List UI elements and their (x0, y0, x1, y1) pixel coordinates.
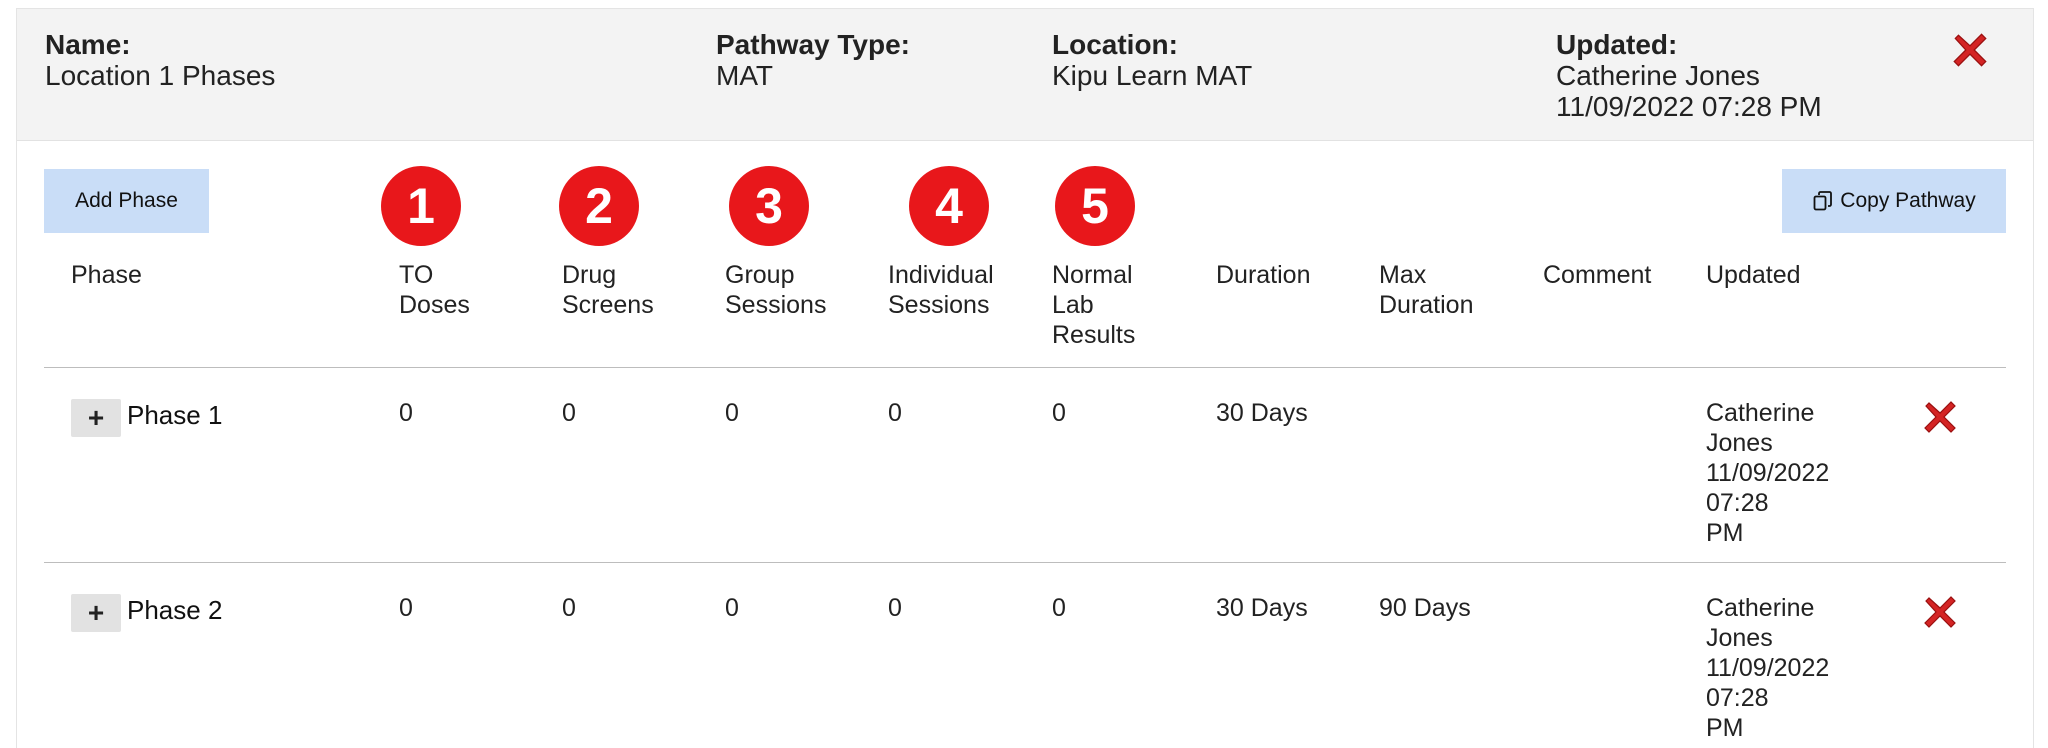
col-individual-sessions-line2: Sessions (888, 291, 990, 319)
col-individual-sessions-line1: Individual (888, 261, 994, 289)
phase-2-updated-ampm: PM (1706, 714, 1744, 742)
pathway-header: Name: Location 1 Phases Pathway Type: MA… (17, 9, 2033, 141)
pathway-type-value: MAT (716, 60, 774, 91)
col-updated: Updated (1706, 260, 1856, 290)
location-value: Kipu Learn MAT (1052, 60, 1253, 91)
col-max-duration-line2: Duration (1379, 291, 1474, 319)
phase-2-max-duration: 90 Days (1379, 594, 1471, 622)
badge-3: 3 (729, 166, 809, 246)
col-group-sessions: Group Sessions (725, 260, 875, 320)
delete-phase-2-icon[interactable] (1920, 592, 1960, 632)
expand-phase-2-button[interactable]: + (71, 594, 121, 632)
col-normal-lab-results-line3: Results (1052, 321, 1136, 349)
col-individual-sessions: Individual Sessions (888, 260, 1038, 320)
updated-field: Updated: Catherine Jones 11/09/2022 07:2… (1556, 29, 1822, 122)
delete-phase-1-icon[interactable] (1920, 397, 1960, 437)
phase-2-updated-time: 07:28 (1706, 684, 1769, 712)
phase-1-normal-lab-results: 0 (1052, 399, 1066, 427)
col-comment-label: Comment (1543, 261, 1652, 289)
copy-pathway-label: Copy Pathway (1840, 189, 1976, 212)
phase-2-to-doses: 0 (399, 594, 413, 622)
phase-2-duration: 30 Days (1216, 594, 1308, 622)
phase-2-normal-lab-results: 0 (1052, 594, 1066, 622)
phase-2-individual-sessions: 0 (888, 594, 902, 622)
col-duration-label: Duration (1216, 261, 1311, 289)
phase-1-individual-sessions: 0 (888, 399, 902, 427)
phase-1-updated-time: 07:28 (1706, 489, 1769, 517)
name-value: Location 1 Phases (45, 60, 276, 91)
col-to-doses-line2: Doses (399, 291, 470, 319)
pathway-type-label: Pathway Type: (716, 29, 910, 60)
col-drug-screens-line2: Screens (562, 291, 654, 319)
phase-2-updated-date: 11/09/2022 (1706, 654, 1830, 682)
name-label: Name: (45, 29, 131, 60)
col-max-duration: Max Duration (1379, 260, 1529, 320)
pathway-type-field: Pathway Type: MAT (716, 29, 910, 91)
header-divider (44, 367, 2006, 368)
close-icon[interactable] (1949, 29, 1991, 71)
add-phase-button[interactable]: Add Phase (44, 169, 209, 233)
phase-1-updated-first: Catherine (1706, 399, 1815, 427)
phase-2-drug-screens: 0 (562, 594, 576, 622)
phase-1-group-sessions: 0 (725, 399, 739, 427)
phase-2-updated-last: Jones (1706, 624, 1773, 652)
col-to-doses-line1: TO (399, 261, 434, 289)
add-phase-label: Add Phase (75, 189, 178, 212)
col-drug-screens: Drug Screens (562, 260, 712, 320)
updated-by: Catherine Jones (1556, 60, 1760, 91)
col-updated-label: Updated (1706, 261, 1801, 289)
phase-2-group-sessions: 0 (725, 594, 739, 622)
phase-1-updated-date: 11/09/2022 (1706, 459, 1830, 487)
badge-2: 2 (559, 166, 639, 246)
col-drug-screens-line1: Drug (562, 261, 617, 289)
col-group-sessions-line1: Group (725, 261, 795, 289)
col-phase-label: Phase (71, 261, 142, 289)
name-field: Name: Location 1 Phases (45, 29, 275, 91)
copy-icon (1812, 190, 1834, 212)
col-duration: Duration (1216, 260, 1366, 290)
phase-2-updated-first: Catherine (1706, 594, 1815, 622)
phase-1-drug-screens: 0 (562, 399, 576, 427)
col-max-duration-line1: Max (1379, 261, 1427, 289)
phase-1-updated-ampm: PM (1706, 519, 1744, 547)
badge-4: 4 (909, 166, 989, 246)
phase-1-to-doses: 0 (399, 399, 413, 427)
badge-1: 1 (381, 166, 461, 246)
copy-pathway-button[interactable]: Copy Pathway (1782, 169, 2006, 233)
badge-5: 5 (1055, 166, 1135, 246)
expand-phase-1-button[interactable]: + (71, 399, 121, 437)
row-divider (44, 562, 2006, 563)
phase-1-updated-last: Jones (1706, 429, 1773, 457)
phase-1-updated: Catherine Jones 11/09/2022 07:28 PM (1706, 398, 1866, 548)
location-label: Location: (1052, 29, 1178, 60)
updated-label: Updated: (1556, 29, 1678, 60)
phase-1-duration: 30 Days (1216, 399, 1308, 427)
col-normal-lab-results: Normal Lab Results (1052, 260, 1202, 350)
phase-1-name: Phase 1 (127, 400, 223, 430)
location-field: Location: Kipu Learn MAT (1052, 29, 1252, 91)
phase-2-name: Phase 2 (127, 595, 223, 625)
phase-2-updated: Catherine Jones 11/09/2022 07:28 PM (1706, 593, 1866, 743)
col-normal-lab-results-line1: Normal (1052, 261, 1133, 289)
col-group-sessions-line2: Sessions (725, 291, 827, 319)
updated-at: 11/09/2022 07:28 PM (1556, 91, 1822, 122)
col-to-doses: TO Doses (399, 260, 549, 320)
col-normal-lab-results-line2: Lab (1052, 291, 1094, 319)
col-phase: Phase (71, 260, 221, 290)
col-comment: Comment (1543, 260, 1693, 290)
